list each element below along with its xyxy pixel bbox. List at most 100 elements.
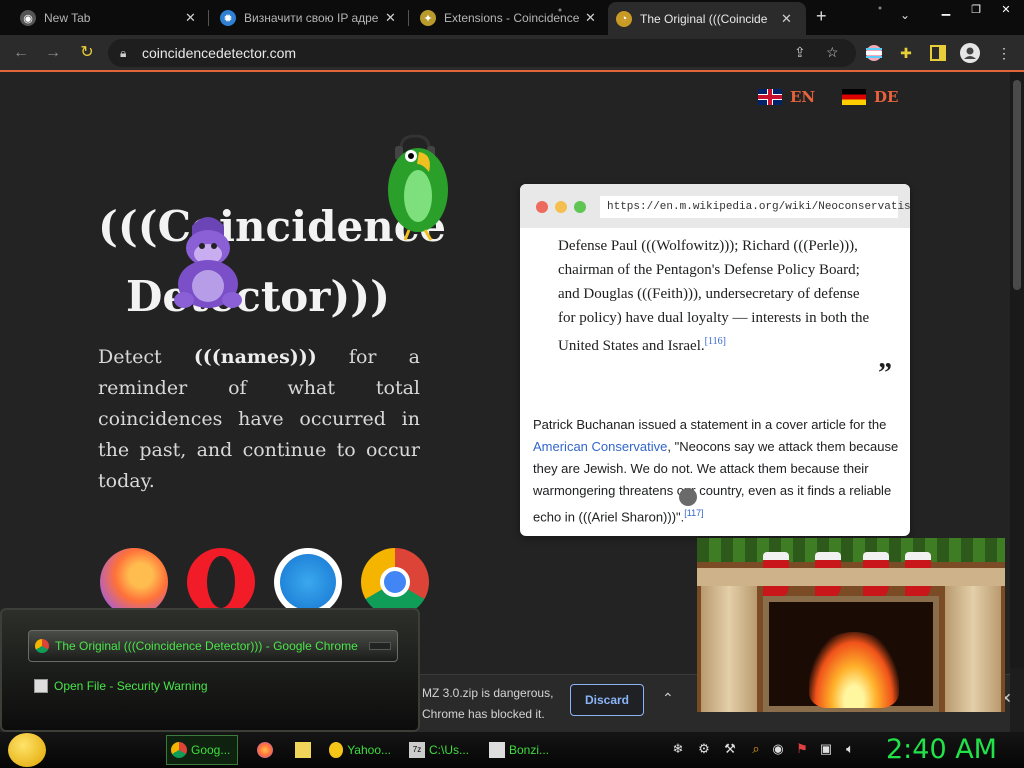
taskbar-item-chrome[interactable]: Goog...: [166, 735, 238, 765]
back-icon[interactable]: ←: [10, 42, 32, 64]
restore-icon[interactable]: ❐: [962, 0, 990, 18]
chevron-up-icon[interactable]: ⌃: [662, 690, 674, 707]
puzzle-icon: ✦: [420, 10, 436, 26]
bookmark-star-icon[interactable]: ☆: [826, 44, 839, 61]
scrollbar-thumb[interactable]: [1013, 80, 1021, 290]
taskbar-item-folder[interactable]: [290, 735, 320, 765]
tab-coincidence[interactable]: ◔ The Original (((Coincide ✕: [608, 2, 806, 35]
search-icon[interactable]: ⌕: [748, 741, 764, 757]
tab-search-icon[interactable]: ⌄: [900, 8, 910, 22]
profile-avatar-icon[interactable]: [960, 43, 980, 63]
switcher-item-security-warning[interactable]: Open File - Security Warning: [28, 670, 398, 702]
taskbar-label: C:\Us...: [429, 743, 470, 757]
switcher-item-label: Open File - Security Warning: [54, 679, 208, 693]
window-icon: [34, 679, 48, 693]
firefox-icon: [257, 742, 273, 758]
download-warning: MZ 3.0.zip is dangerous, Chrome has bloc…: [422, 683, 553, 725]
yahoo-smiley-icon: [329, 742, 344, 758]
page-title: (((Coincidence Detector))): [98, 192, 446, 332]
address-bar[interactable]: 🔒︎ coincidencedetector.com ⇪ ☆: [108, 39, 856, 67]
close-icon[interactable]: ✕: [781, 11, 792, 27]
taskbar-clock[interactable]: 2:40 AM: [886, 732, 997, 768]
safari-icon[interactable]: [274, 548, 342, 616]
tab-extensions[interactable]: ✦ Extensions - Coincidence ✕: [412, 4, 607, 32]
american-conservative-link[interactable]: American Conservative: [533, 439, 667, 454]
taskbar: Goog... Yahoo... 7z C:\Us... Bonzi... ❄ …: [0, 732, 1024, 768]
desc-pre: Detect: [98, 346, 194, 368]
address-url: coincidencedetector.com: [142, 45, 297, 61]
firefox-icon[interactable]: [100, 548, 168, 616]
parrot-icon[interactable]: [385, 134, 451, 242]
tab-ip[interactable]: ✹ Визначити свою IP адре ✕: [212, 4, 407, 32]
minimize-dot-icon: [555, 201, 567, 213]
chrome-store-icon[interactable]: [361, 548, 429, 616]
card-window-bar: https://en.m.wikipedia.org/wiki/Neoconse…: [520, 184, 910, 228]
taskbar-item-7zip[interactable]: 7z C:\Us...: [404, 735, 476, 765]
fireplace-animation: [697, 538, 1005, 712]
volume-icon[interactable]: 🔈︎: [842, 741, 858, 757]
quote-ref[interactable]: [116]: [705, 336, 726, 347]
close-icon[interactable]: ✕: [385, 10, 396, 26]
taskbar-label: Goog...: [191, 743, 231, 757]
lang-en-label: EN: [790, 88, 816, 106]
taskbar-item-bonzi[interactable]: Bonzi...: [484, 735, 556, 765]
mantel: [697, 568, 1005, 586]
flag-icon[interactable]: ⚑: [794, 741, 810, 757]
opera-icon[interactable]: [187, 548, 255, 616]
tab-title: The Original (((Coincide: [640, 11, 768, 26]
wiki-paragraph: Patrick Buchanan issued a statement in a…: [533, 414, 901, 528]
share-icon[interactable]: ⇪: [794, 44, 806, 61]
network-icon[interactable]: ⚙: [696, 741, 712, 757]
page-description: Detect (((names))) for a reminder of wha…: [98, 342, 420, 497]
download-line-1: MZ 3.0.zip is dangerous,: [422, 686, 554, 700]
tab-new-tab[interactable]: ◉ New Tab ✕: [12, 4, 207, 32]
chrome-icon: [35, 639, 49, 653]
garland: [697, 538, 1005, 562]
start-button-smiley-icon[interactable]: [8, 733, 46, 767]
title-line-2: Detector))): [126, 272, 390, 321]
reload-icon[interactable]: ↻: [76, 42, 98, 64]
new-tab-button[interactable]: +: [816, 6, 827, 27]
extensions-puzzle-icon[interactable]: ✚: [896, 43, 916, 63]
desc-names: (((names))): [193, 346, 317, 368]
bonzi-icon: [489, 742, 505, 758]
download-line-2: Chrome has blocked it.: [422, 707, 545, 721]
profile-flag-icon[interactable]: [864, 43, 884, 63]
bonzi-buddy-icon[interactable]: [172, 212, 244, 310]
zoom-dot-icon: [574, 201, 586, 213]
close-window-icon[interactable]: ✕: [992, 0, 1020, 18]
wikipedia-preview-card: https://en.m.wikipedia.org/wiki/Neoconse…: [520, 184, 910, 536]
lang-en-link[interactable]: EN: [758, 88, 815, 106]
discard-button[interactable]: Discard: [570, 684, 644, 716]
minimize-icon[interactable]: ▁: [932, 0, 960, 18]
forward-icon[interactable]: →: [42, 42, 64, 64]
tools-icon[interactable]: ⚒: [722, 741, 738, 757]
page-scrollbar[interactable]: [1010, 72, 1024, 668]
chrome-icon: [171, 742, 187, 758]
switcher-item-chrome[interactable]: The Original (((Coincidence Detector))) …: [28, 630, 398, 662]
cursor-dot: [679, 488, 697, 506]
pillar-left: [701, 586, 757, 712]
info-icon[interactable]: ◉: [770, 741, 786, 757]
para-ref[interactable]: [117]: [684, 508, 703, 518]
uk-flag-icon: [758, 89, 782, 105]
close-icon[interactable]: ✕: [185, 10, 196, 26]
taskbar-label: Bonzi...: [509, 743, 550, 757]
close-icon[interactable]: ✕: [585, 10, 596, 26]
ip-icon: ✹: [220, 10, 236, 26]
tab-title: Визначити свою IP адре: [244, 11, 379, 25]
wiki-quote: Defense Paul (((Wolfowitz))); Richard ((…: [558, 234, 872, 358]
taskbar-item-firefox[interactable]: [252, 735, 282, 765]
lang-de-link[interactable]: DE: [842, 88, 898, 106]
tab-title: New Tab: [44, 11, 91, 25]
taskbar-item-yahoo[interactable]: Yahoo...: [324, 735, 396, 765]
taskbar-label: Yahoo...: [347, 743, 391, 757]
chrome-menu-icon[interactable]: ⋮: [994, 43, 1014, 63]
snowflake-icon[interactable]: ❄: [670, 741, 686, 757]
folder-icon: [295, 742, 311, 758]
sidepanel-icon[interactable]: [928, 43, 948, 63]
minimize-thumb-icon: [369, 642, 391, 650]
browser-toolbar: ← → ↻ 🔒︎ coincidencedetector.com ⇪ ☆ ✚ ⋮: [0, 35, 1024, 70]
tab-separator: [408, 10, 409, 26]
display-icon[interactable]: ▣: [818, 741, 834, 757]
